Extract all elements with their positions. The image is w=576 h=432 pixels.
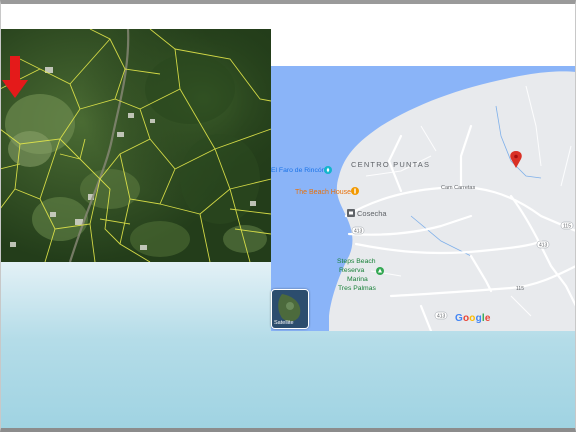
svg-text:413: 413 bbox=[437, 314, 446, 320]
place-label-el-faro[interactable]: El Faro de Rincón bbox=[271, 167, 326, 174]
place-label-cosecha[interactable]: Cosecha bbox=[357, 209, 387, 218]
red-arrow-icon bbox=[2, 56, 28, 98]
satellite-photo bbox=[0, 29, 271, 262]
lighthouse-icon[interactable] bbox=[324, 166, 332, 174]
satellite-toggle-label: Satellite bbox=[274, 320, 294, 326]
place-label-the-beach-house[interactable]: The Beach House bbox=[295, 189, 351, 196]
svg-text:413: 413 bbox=[354, 229, 363, 235]
route-shield-413-a: 413 bbox=[351, 226, 365, 235]
svg-text:413: 413 bbox=[539, 243, 548, 249]
road-label-cam-carretas: Cam Carretas bbox=[441, 185, 475, 191]
svg-text:115: 115 bbox=[563, 224, 571, 230]
google-wordmark: Google bbox=[455, 313, 491, 324]
satellite-toggle-button[interactable]: Satellite bbox=[271, 289, 309, 329]
google-map[interactable]: CENTRO PUNTAS Cam Carretas El Faro de Ri… bbox=[271, 66, 576, 331]
google-logo: Google bbox=[455, 313, 491, 324]
route-shield-413-c: 413 bbox=[536, 240, 550, 249]
road-label-115: 115 bbox=[516, 286, 524, 292]
area-label: CENTRO PUNTAS bbox=[351, 160, 430, 169]
park-icon[interactable] bbox=[376, 267, 384, 275]
restaurant-icon[interactable] bbox=[351, 187, 359, 195]
route-shield-115: 115 bbox=[560, 221, 574, 230]
route-shield-413-b: 413 bbox=[434, 311, 448, 320]
store-icon[interactable] bbox=[347, 209, 355, 217]
